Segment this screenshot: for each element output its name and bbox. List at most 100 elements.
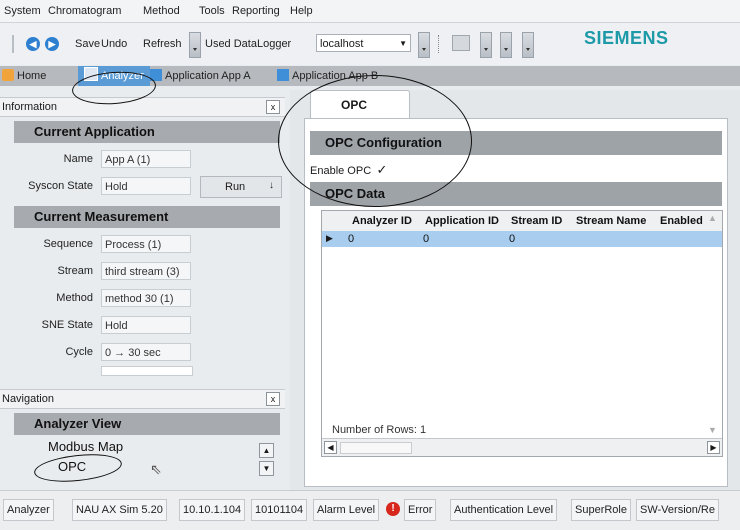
scroll-down-icon[interactable]: ▼ — [259, 461, 274, 476]
error-icon: ! — [386, 502, 400, 516]
cycle-label: Cycle — [65, 346, 93, 358]
datalogger-label: Used DataLogger — [205, 38, 292, 50]
home-icon — [2, 69, 14, 81]
opc-data-grid: Analyzer ID Application ID Stream ID Str… — [321, 210, 723, 457]
toolbar-dropdown-4[interactable] — [522, 32, 534, 58]
method-value: method 30 (1) — [101, 289, 191, 307]
scroll-up-icon[interactable]: ▲ — [708, 213, 717, 223]
status-role: SuperRole — [571, 499, 631, 521]
cell-application-id: 0 — [423, 233, 430, 245]
information-panel: Current Application Name App A (1) Sysco… — [0, 117, 285, 378]
menu-chromatogram[interactable]: Chromatogram — [48, 5, 121, 17]
menu-bar: System Chromatogram Method Tools Reporti… — [0, 0, 740, 23]
cell-stream-id: 0 — [509, 233, 516, 245]
information-title: Information — [2, 101, 58, 113]
back-icon[interactable]: ◀ — [26, 37, 40, 51]
scroll-down-icon[interactable]: ▼ — [708, 425, 717, 435]
save-button[interactable]: Save — [75, 38, 100, 50]
refresh-dropdown[interactable] — [189, 32, 201, 58]
opc-configuration-header: OPC Configuration — [310, 131, 722, 155]
column-application-id[interactable]: Application ID — [425, 215, 499, 227]
opc-page: OPC Configuration Enable OPC ✓ OPC Data … — [304, 118, 728, 487]
scroll-left-icon[interactable]: ◀ — [324, 441, 337, 454]
scroll-up-icon[interactable]: ▲ — [259, 443, 274, 458]
tab-application-a-label: Application App A — [165, 70, 251, 82]
run-button[interactable]: Run ↓ — [200, 176, 282, 198]
sequence-value: Process (1) — [101, 235, 191, 253]
table-row[interactable]: ▶ 0 0 0 — [322, 231, 722, 247]
syscon-state-label: Syscon State — [28, 180, 93, 192]
column-stream-id[interactable]: Stream ID — [511, 215, 562, 227]
siemens-logo: SIEMENS — [584, 28, 669, 48]
tab-application-a[interactable]: Application App A — [150, 66, 251, 86]
scroll-right-icon[interactable]: ▶ — [707, 441, 720, 454]
tab-opc[interactable]: OPC — [310, 90, 410, 119]
tab-application-b[interactable]: Application App B — [277, 66, 378, 86]
menu-system[interactable]: System — [4, 5, 41, 17]
tab-analyzer[interactable]: Analyzer — [78, 66, 150, 86]
nav-item-opc[interactable]: OPC — [58, 459, 86, 474]
application-icon — [277, 69, 289, 81]
column-enabled[interactable]: Enabled — [660, 215, 703, 227]
nav-item-modbus-map[interactable]: Modbus Map — [48, 439, 123, 454]
tab-opc-label: OPC — [341, 98, 368, 112]
toolbar-dropdown-2[interactable] — [480, 32, 492, 58]
status-sw-version: SW-Version/Re — [636, 499, 719, 521]
status-authentication-label: Authentication Level — [450, 499, 558, 521]
chevron-down-icon: ▼ — [399, 39, 407, 48]
status-alarm-level-label: Alarm Level — [313, 499, 380, 521]
scrollbar-thumb[interactable] — [340, 442, 412, 454]
analyzer-view-header: Analyzer View — [14, 413, 280, 435]
tab-application-b-label: Application App B — [292, 70, 379, 82]
undo-button[interactable]: Undo — [101, 38, 127, 50]
cell-analyzer-id: 0 — [348, 233, 355, 245]
stream-value: third stream (3) — [101, 262, 191, 280]
status-serial: 10101104 — [251, 499, 308, 521]
datalogger-select[interactable]: localhost ▼ — [316, 34, 411, 52]
navigation-panel: Analyzer View Modbus Map OPC ⇖ ▲ ▼ — [0, 409, 285, 487]
forward-icon[interactable]: ▶ — [45, 37, 59, 51]
navigation-title: Navigation — [2, 393, 54, 405]
toolbar-grip — [12, 35, 14, 53]
toolbar-dropdown-3[interactable] — [500, 32, 512, 58]
content-area: OPC OPC Configuration Enable OPC ✓ OPC D… — [290, 90, 740, 490]
status-analyzer: Analyzer — [3, 499, 54, 521]
chart-icon[interactable] — [452, 35, 470, 51]
arrow-down-icon: ↓ — [269, 180, 274, 191]
row-selector-icon: ▶ — [326, 233, 333, 243]
status-analyzer-name: NAU AX Sim 5.20 — [72, 499, 167, 521]
datalogger-value: localhost — [320, 38, 364, 50]
information-panel-header: Information x — [0, 97, 285, 117]
syscon-state-value: Hold — [101, 177, 191, 195]
toolbar-dropdown-1[interactable] — [418, 32, 430, 58]
analyzer-icon — [84, 67, 98, 81]
close-icon[interactable]: x — [266, 392, 280, 406]
tab-bar: Home Analyzer Application App A Applicat… — [0, 66, 740, 86]
current-application-header: Current Application — [14, 121, 280, 143]
horizontal-scrollbar[interactable]: ◀ ▶ — [322, 438, 722, 456]
column-stream-name[interactable]: Stream Name — [576, 215, 646, 227]
refresh-button[interactable]: Refresh — [143, 38, 182, 50]
navigation-panel-header: Navigation x — [0, 389, 285, 409]
menu-help[interactable]: Help — [290, 5, 313, 17]
status-bar: Analyzer NAU AX Sim 5.20 10.10.1.104 101… — [0, 490, 740, 530]
column-analyzer-id[interactable]: Analyzer ID — [352, 215, 412, 227]
toolbar-separator — [438, 35, 440, 53]
run-label: Run — [225, 181, 246, 193]
application-icon — [150, 69, 162, 81]
menu-method[interactable]: Method — [143, 5, 180, 17]
menu-tools[interactable]: Tools — [199, 5, 225, 17]
enable-opc-label: Enable OPC — [310, 165, 372, 177]
tab-home[interactable]: Home — [2, 66, 46, 86]
sne-state-value: Hold — [101, 316, 191, 334]
menu-reporting[interactable]: Reporting — [232, 5, 280, 17]
status-ip-address: 10.10.1.104 — [179, 499, 246, 521]
status-error: Error — [404, 499, 437, 521]
name-label: Name — [63, 153, 93, 165]
close-icon[interactable]: x — [266, 100, 280, 114]
method-label: Method — [56, 292, 93, 304]
sequence-label: Sequence — [43, 238, 93, 250]
sne-state-label: SNE State — [41, 319, 93, 331]
enable-opc-checkbox[interactable]: ✓ — [375, 163, 389, 177]
cycle-value: 0 → 30 sec — [101, 343, 191, 361]
